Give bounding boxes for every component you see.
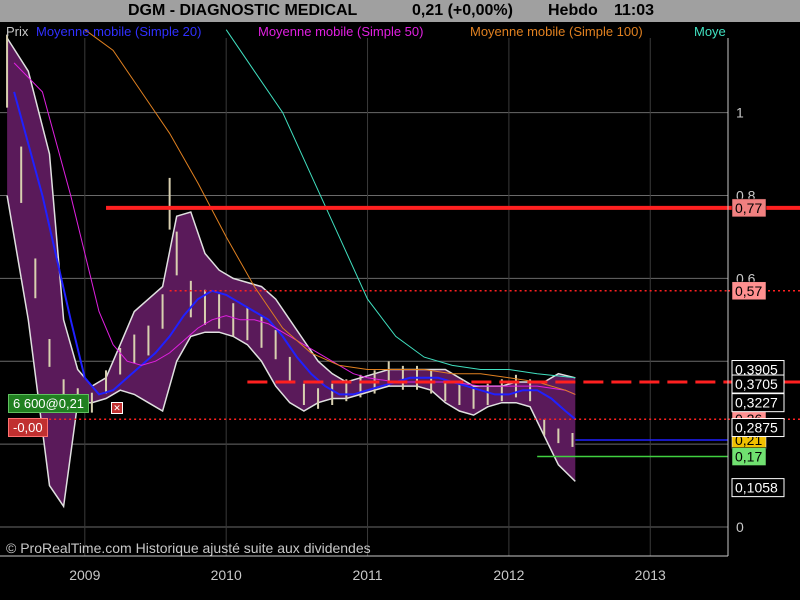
period-label: Hebdo bbox=[548, 2, 598, 19]
x-tick-label: 2010 bbox=[211, 567, 242, 583]
position-box[interactable]: 6 600@0,21 bbox=[8, 394, 90, 413]
grid-layer bbox=[0, 38, 728, 556]
legend-ma100: Moyenne mobile (Simple 100) bbox=[470, 24, 643, 39]
price-change: 0,21 (+0,00%) bbox=[412, 2, 513, 19]
pnl-box: -0,00 bbox=[8, 418, 48, 437]
x-tick-label: 2013 bbox=[635, 567, 666, 583]
legend-price: Prix bbox=[6, 24, 29, 39]
bollinger-band bbox=[6, 37, 576, 509]
legend-ma-other: Moye bbox=[694, 24, 726, 39]
axes bbox=[0, 38, 729, 557]
price-chart[interactable]: 00,60,810,770,570,350,260,210,170,39050,… bbox=[0, 22, 800, 600]
x-axis-labels: 2009 2010 2011 2012 2013 bbox=[69, 567, 666, 583]
level-label: 0,77 bbox=[735, 200, 762, 216]
y-axis-labels: 00,60,810,770,570,350,260,210,170,39050,… bbox=[731, 105, 785, 535]
legend-ma20: Moyenne mobile (Simple 20) bbox=[36, 24, 202, 39]
x-tick-label: 2009 bbox=[69, 567, 100, 583]
axis-value-label: 0,3705 bbox=[735, 376, 778, 392]
level-label: 0,57 bbox=[735, 283, 762, 299]
time-label: 11:03 bbox=[614, 2, 655, 19]
bollinger-fill bbox=[7, 38, 576, 507]
x-tick-label: 2011 bbox=[352, 567, 382, 583]
title-bar: DGM - DIAGNOSTIC MEDICAL 0,21 (+0,00%) H… bbox=[0, 0, 800, 22]
y-tick-label: 0 bbox=[736, 519, 744, 535]
close-position-icon[interactable]: ✕ bbox=[111, 402, 123, 414]
y-tick-label: 1 bbox=[736, 105, 744, 121]
legend-ma50: Moyenne mobile (Simple 50) bbox=[258, 24, 424, 39]
axis-value-label: 0,3227 bbox=[735, 395, 778, 411]
chart-symbol: DGM - DIAGNOSTIC MEDICAL bbox=[128, 2, 358, 19]
axis-value-label: 0,1058 bbox=[735, 480, 778, 496]
level-label: 0,17 bbox=[735, 449, 762, 465]
axis-value-label: 0,2875 bbox=[735, 420, 778, 436]
copyright-note: © ProRealTime.com Historique ajusté suit… bbox=[6, 540, 371, 556]
x-tick-label: 2012 bbox=[493, 567, 524, 583]
